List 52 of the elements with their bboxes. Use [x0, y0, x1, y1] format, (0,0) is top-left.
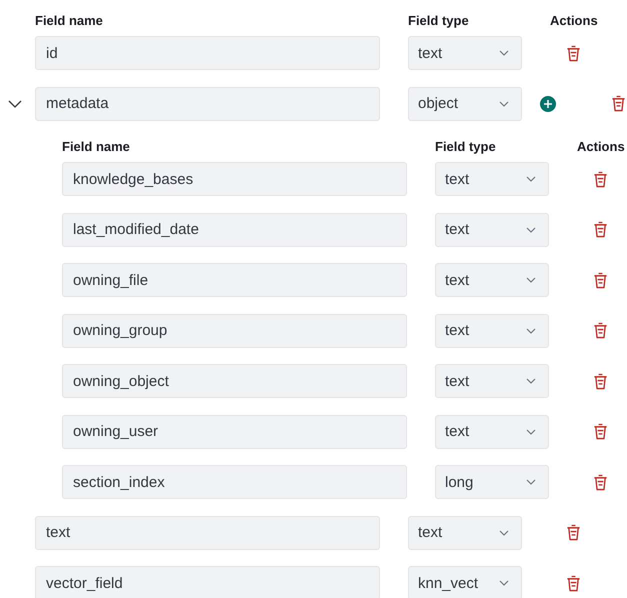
column-header: Actions [550, 12, 598, 28]
delete-icon[interactable] [566, 574, 581, 592]
field-name-input[interactable]: metadata [35, 86, 380, 120]
chevron-down-icon [526, 378, 536, 384]
field-type-select[interactable]: text [435, 212, 549, 246]
field-name-input[interactable]: owning_group [62, 314, 407, 348]
collapse-icon[interactable] [8, 100, 22, 108]
add-icon[interactable] [540, 96, 556, 112]
field-name-input[interactable]: vector_field [35, 566, 380, 598]
column-header: Field name [35, 12, 104, 28]
column-header: Field name [62, 138, 131, 154]
field-type-select[interactable]: text [408, 516, 522, 550]
column-header: Actions [577, 138, 625, 154]
field-type-select[interactable]: text [435, 414, 549, 448]
field-name-input[interactable]: owning_user [62, 414, 407, 448]
field-name-input[interactable]: text [35, 516, 380, 550]
delete-icon[interactable] [593, 474, 608, 490]
chevron-down-icon [499, 100, 509, 106]
delete-icon[interactable] [593, 423, 608, 440]
field-name-input[interactable]: id [35, 36, 380, 70]
delete-icon[interactable] [593, 272, 608, 288]
field-name-input[interactable]: last_modified_date [62, 212, 407, 246]
field-type-select[interactable]: long [435, 465, 549, 499]
field-name-input[interactable]: knowledge_bases [62, 162, 407, 196]
field-type-select[interactable]: text [435, 263, 549, 297]
chevron-down-icon [526, 479, 536, 485]
chevron-down-icon [526, 176, 536, 182]
chevron-down-icon [526, 226, 536, 232]
chevron-down-icon [526, 328, 536, 334]
delete-icon[interactable] [611, 95, 626, 112]
field-name-input[interactable]: section_index [62, 465, 407, 499]
delete-icon[interactable] [566, 44, 581, 62]
delete-icon[interactable] [593, 372, 608, 390]
column-header: Field type [435, 138, 497, 154]
field-type-select[interactable]: text [408, 36, 522, 70]
field-type-select[interactable]: text [435, 162, 549, 196]
chevron-down-icon [526, 277, 536, 283]
chevron-down-icon [499, 530, 509, 536]
column-header: Field type [408, 12, 470, 28]
chevron-down-icon [499, 50, 509, 56]
field-type-select[interactable]: knn_vect [408, 566, 522, 598]
field-name-input[interactable]: owning_object [62, 364, 407, 398]
field-type-select[interactable]: text [435, 314, 549, 348]
field-type-select[interactable]: text [435, 364, 549, 398]
delete-icon[interactable] [593, 221, 608, 238]
chevron-down-icon [526, 428, 536, 434]
field-type-select[interactable]: object [408, 86, 522, 120]
chevron-down-icon [499, 580, 509, 586]
field-name-input[interactable]: owning_file [62, 263, 407, 297]
delete-icon[interactable] [593, 322, 608, 339]
delete-icon[interactable] [566, 524, 581, 541]
delete-icon[interactable] [593, 170, 608, 188]
